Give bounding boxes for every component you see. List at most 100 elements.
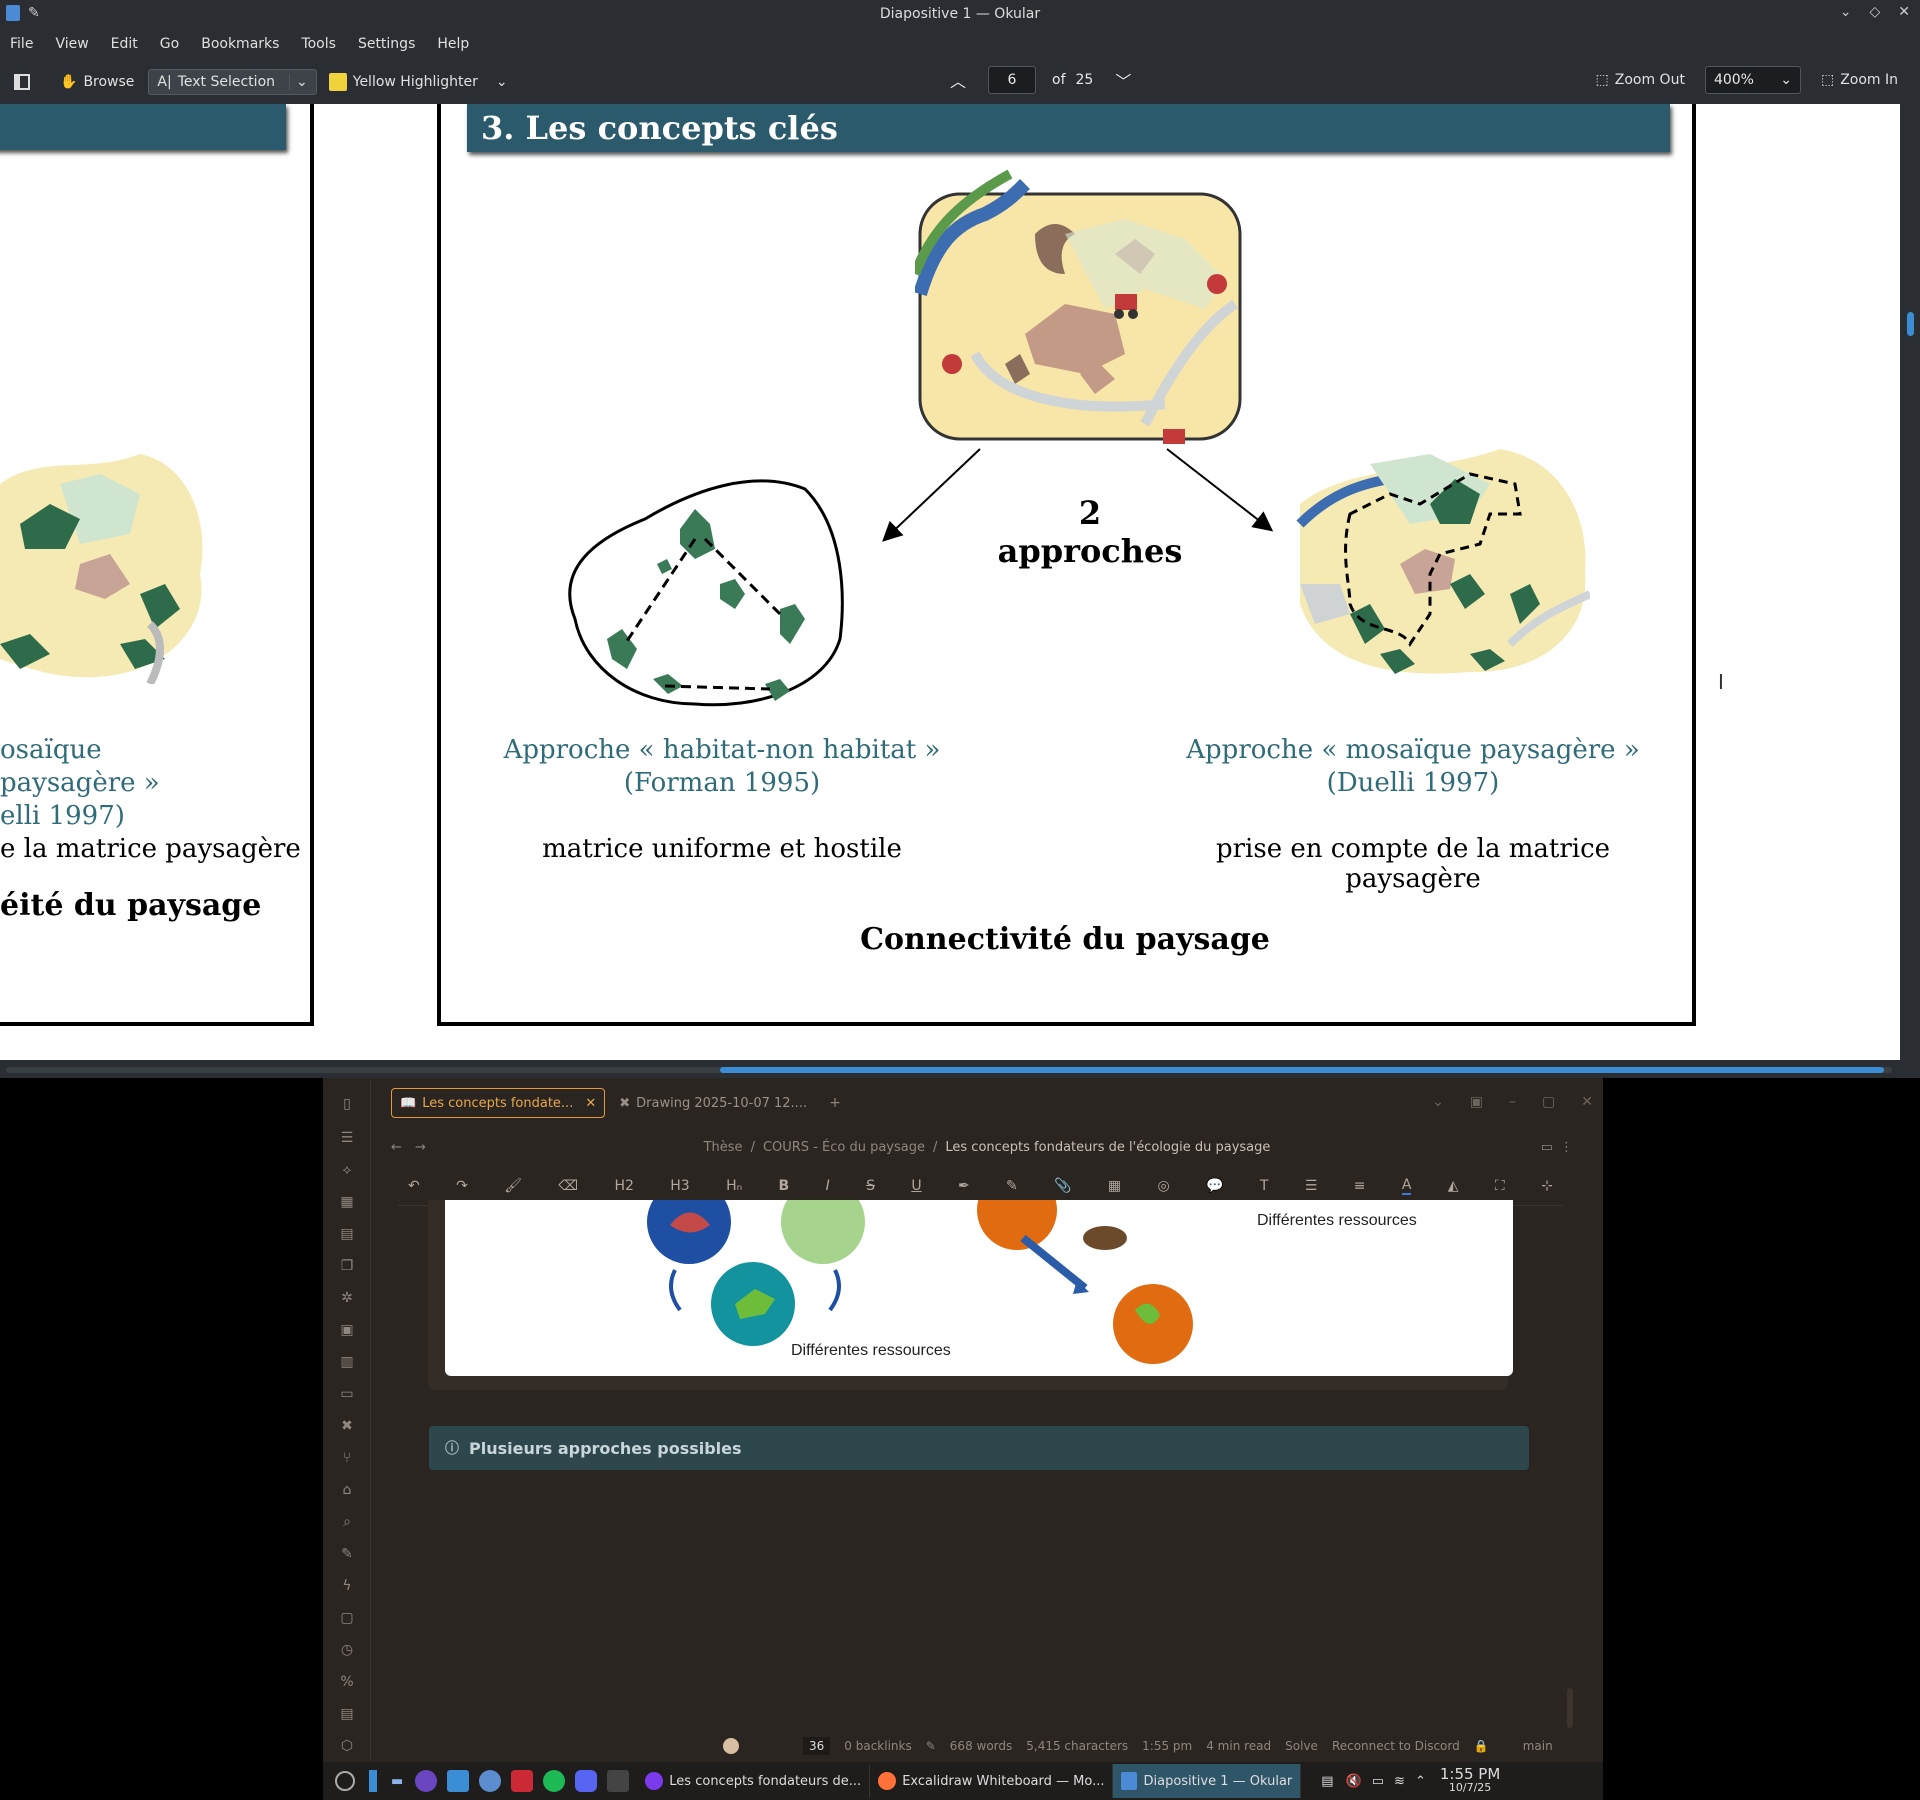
breadcrumb-note[interactable]: Les concepts fondateurs de l'écologie du… [945,1140,1270,1155]
text-size-icon[interactable]: T [1260,1178,1269,1194]
search-icon[interactable]: ⌕ [337,1512,357,1532]
r-studio-icon[interactable] [479,1770,502,1792]
minimize-icon[interactable]: – [1509,1094,1516,1110]
eraser-icon[interactable]: ⌫ [558,1178,578,1194]
box-icon[interactable]: ⬡ [337,1736,357,1756]
close-icon[interactable]: ✕ [1581,1094,1593,1110]
table-icon[interactable]: ▦ [1108,1178,1121,1194]
archive-icon[interactable]: ▤ [337,1704,357,1724]
minimize-icon[interactable]: ⌄ [1840,4,1852,20]
menu-bookmarks[interactable]: Bookmarks [201,36,279,52]
text-selection-tool-button[interactable]: A| Text Selection ⌄ [148,69,317,95]
menu-help[interactable]: Help [437,36,469,52]
bold-button[interactable]: B [779,1178,790,1194]
text-color-icon[interactable]: A [1401,1177,1412,1195]
pager-icon[interactable] [369,1770,377,1792]
app-launcher-icon[interactable] [335,1771,355,1791]
hn-button[interactable]: Hₙ [726,1178,742,1194]
maximize-icon[interactable]: ◇ [1869,4,1880,20]
table-icon[interactable]: ▥ [337,1352,357,1372]
format-painter-icon[interactable]: 🖌 [504,1178,522,1194]
breadcrumb-thesis[interactable]: Thèse [704,1140,743,1155]
breadcrumb-course[interactable]: COURS - Éco du paysage [763,1140,925,1155]
previous-page-icon[interactable]: ︿ [950,68,966,92]
zoom-select[interactable]: 400% ⌄ [1704,66,1801,94]
vertical-scrollbar-thumb[interactable] [1907,312,1914,336]
restore-icon[interactable]: ▢ [1542,1094,1555,1110]
chevron-down-icon[interactable]: ⌄ [1432,1094,1444,1110]
close-icon[interactable]: ✕ [1898,4,1910,20]
chevron-down-icon[interactable]: ⌄ [289,74,308,90]
page-number-input[interactable]: 6 [988,66,1037,94]
grid-icon[interactable]: ▦ [337,1192,357,1212]
task-manager-icon[interactable]: ▬ [391,1774,403,1789]
pen-icon[interactable]: ✎ [337,1544,357,1564]
home-icon[interactable]: ⌂ [337,1480,357,1500]
close-icon[interactable]: ✕ [585,1096,596,1111]
align-icon[interactable]: ≡ [1354,1178,1366,1194]
expand-tray-icon[interactable]: ⌃ [1415,1774,1426,1789]
sidebar-toggle-icon[interactable]: ▯ [337,1094,357,1114]
redo-icon[interactable]: ↷ [456,1178,468,1194]
h3-button[interactable]: H3 [670,1178,689,1194]
git-branch[interactable]: main [1523,1739,1553,1753]
outline-icon[interactable]: ☰ [337,1128,357,1148]
highlighter-tool-button[interactable]: Yellow Highlighter ⌄ [321,69,516,95]
info-callout[interactable]: ⓘ Plusieurs approches possibles [429,1426,1529,1470]
clock[interactable]: 1:55 PM 10/7/25 [1440,1767,1500,1795]
clipboard-icon[interactable]: ▢ [337,1608,357,1628]
embedded-drawing[interactable]: Différentes ressources Différentes resso… [445,1200,1513,1376]
new-tab-icon[interactable]: + [829,1095,841,1111]
chevron-down-icon[interactable]: ⌄ [496,74,508,90]
horizontal-scrollbar[interactable] [0,1062,1920,1078]
undo-icon[interactable]: ↶ [408,1178,420,1194]
task-firefox[interactable]: Excalidraw Whiteboard — Mo... [870,1764,1114,1798]
zoom-in-button[interactable]: ⬚ Zoom In [1813,68,1906,92]
zoom-out-button[interactable]: ⬚ Zoom Out [1588,68,1693,92]
tab-drawing[interactable]: ✖ Drawing 2025-10-07 12.... [611,1088,815,1118]
terminal-icon[interactable] [607,1770,630,1792]
highlight-color-icon[interactable]: ◭ [1448,1178,1459,1194]
obsidian-launcher-icon[interactable] [415,1770,438,1792]
display-icon[interactable]: ▭ [1372,1774,1384,1789]
task-obsidian[interactable]: Les concepts fondateurs de... [637,1764,871,1798]
pin-icon[interactable]: ✎ [28,5,40,21]
timer-icon[interactable]: ◷ [337,1640,357,1660]
discord-icon[interactable] [575,1770,598,1792]
pen-icon[interactable]: ✒ [958,1178,970,1194]
collapse-icon[interactable]: ⊹ [1541,1178,1553,1194]
spotify-icon[interactable] [543,1770,566,1792]
excalidraw-icon[interactable]: ✖ [337,1416,357,1436]
forward-icon[interactable]: → [415,1140,426,1155]
underline-button[interactable]: U [911,1178,921,1194]
strikethrough-button[interactable]: S [866,1178,875,1194]
file-manager-icon[interactable] [447,1770,470,1792]
clipboard-icon[interactable]: ▤ [1321,1774,1333,1789]
comment-icon[interactable]: 💬 [1206,1178,1223,1194]
plugin-icon[interactable]: ✲ [337,1288,357,1308]
browse-tool-button[interactable]: ✋ Browse [52,70,142,94]
menu-view[interactable]: View [55,36,88,52]
wifi-icon[interactable]: ≋ [1394,1774,1405,1789]
menu-settings[interactable]: Settings [358,36,415,52]
vertical-scrollbar[interactable] [1900,104,1920,1060]
zotero-icon[interactable] [511,1770,534,1792]
search-file-icon[interactable]: ▤ [337,1224,357,1244]
percent-icon[interactable]: % [337,1672,357,1692]
document-viewer[interactable]: osaïque paysagère » elli 1997) e la matr… [0,104,1900,1060]
reading-view-icon[interactable]: ▭ [1541,1140,1553,1155]
more-options-icon[interactable]: ⋮ [1560,1140,1573,1155]
backlinks-count[interactable]: 0 backlinks [844,1739,911,1753]
sidebar-toggle-button[interactable] [6,70,38,94]
tab-concepts[interactable]: 📖 Les concepts fondate... ✕ [391,1088,606,1118]
back-icon[interactable]: ← [391,1140,402,1155]
graph-icon[interactable]: ⟡ [337,1160,357,1180]
copy-icon[interactable]: ❐ [337,1256,357,1276]
reconnect-discord-button[interactable]: Reconnect to Discord [1332,1739,1460,1753]
h2-button[interactable]: H2 [614,1178,633,1194]
italic-button[interactable]: I [826,1178,830,1194]
solve-button[interactable]: Solve [1285,1739,1318,1753]
slides-icon[interactable]: ▭ [337,1384,357,1404]
task-okular[interactable]: Diapositive 1 — Okular [1113,1764,1302,1798]
attachment-icon[interactable]: 📎 [1054,1178,1071,1194]
